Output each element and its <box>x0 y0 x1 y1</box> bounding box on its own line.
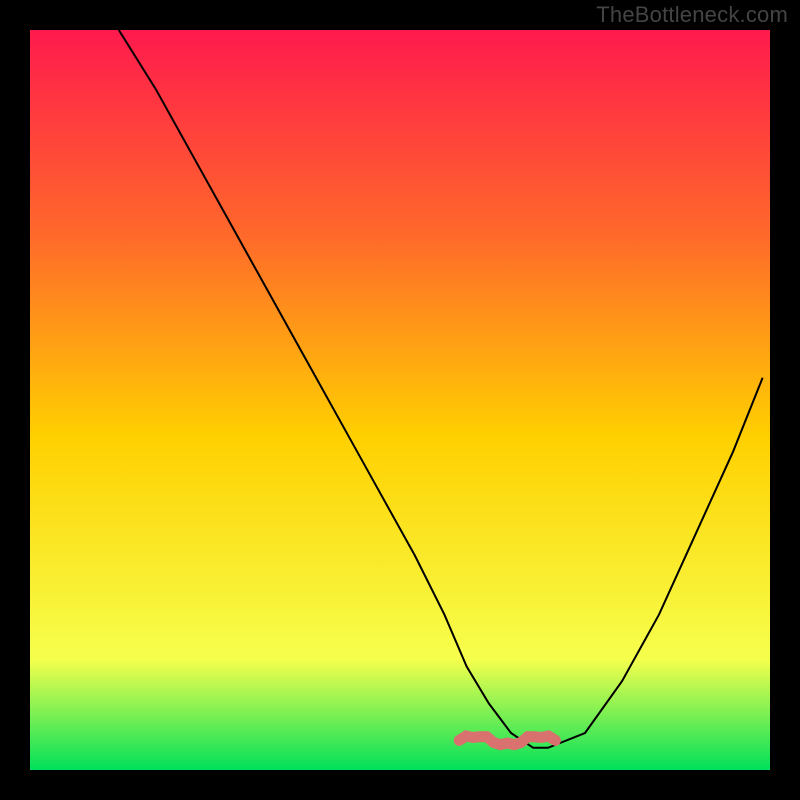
gradient-background <box>30 30 770 770</box>
plot-area <box>30 30 770 770</box>
bottleneck-chart <box>30 30 770 770</box>
watermark-text: TheBottleneck.com <box>596 2 788 28</box>
chart-frame: TheBottleneck.com <box>0 0 800 800</box>
